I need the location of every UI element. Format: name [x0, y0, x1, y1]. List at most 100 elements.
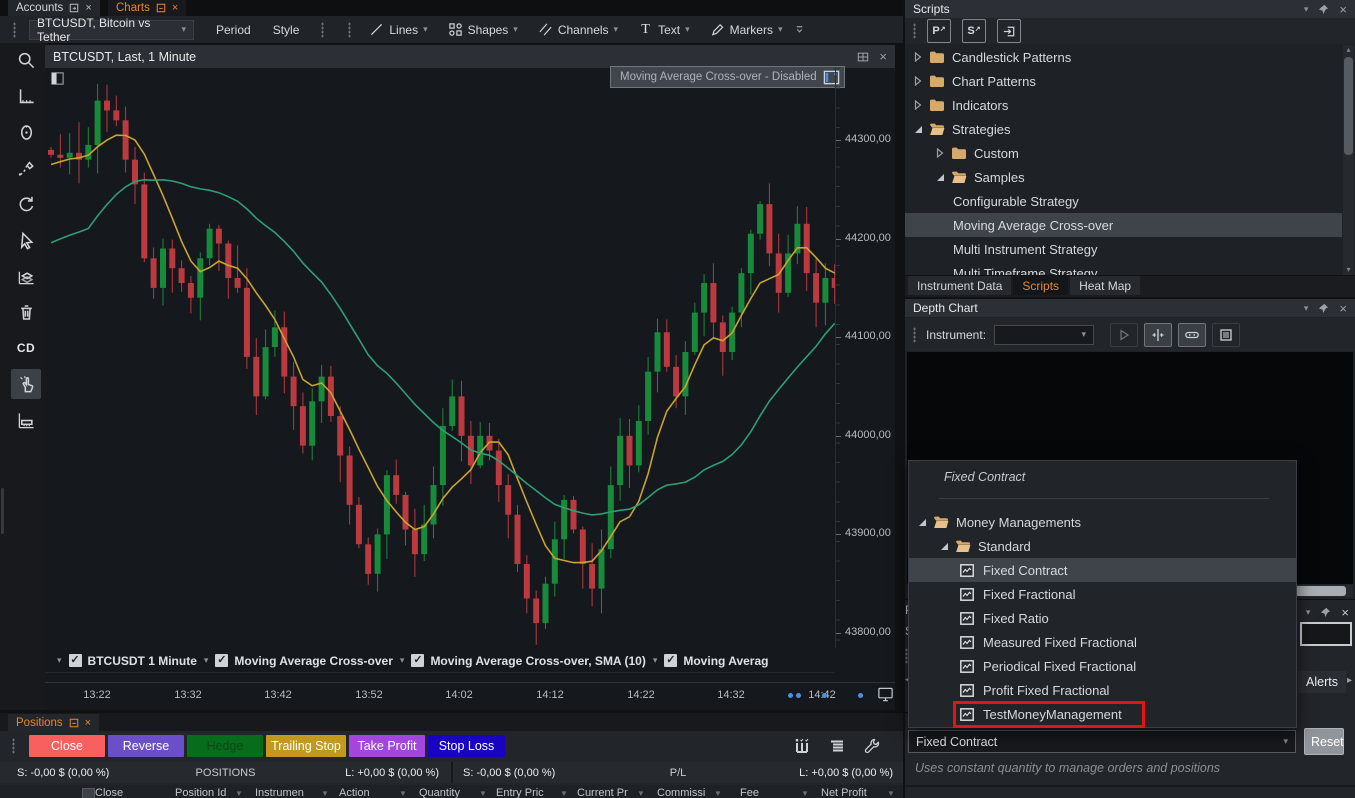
scripts-scrollbar[interactable]: ▴ ▾ [1343, 45, 1354, 275]
select-all-checkbox[interactable] [82, 788, 95, 798]
toolbar-drag-handle[interactable] [913, 23, 916, 39]
chevron-down-icon[interactable]: ▾ [685, 24, 690, 35]
tree-item-testmoneymanagement[interactable]: TestMoneyManagement [909, 702, 1296, 726]
pointer-click-tool-button[interactable] [11, 369, 41, 399]
legend-checkbox[interactable]: ✓ [664, 654, 677, 667]
refresh-tool-button[interactable] [11, 189, 41, 219]
panel-menu-icon[interactable]: ▾ [1304, 4, 1309, 15]
tree-folder-candlestick-patterns[interactable]: Candlestick Patterns [905, 45, 1342, 69]
sidebar-scrollbar[interactable] [1, 488, 4, 534]
layers-tool-button[interactable] [11, 261, 41, 291]
price-axis[interactable]: 44300,00 44200,00 44100,00 44000,00 4390… [835, 68, 896, 648]
trash-tool-button[interactable] [11, 297, 41, 327]
pin-icon[interactable] [1318, 303, 1329, 314]
markers-tool-button[interactable]: Markers▾ [710, 22, 783, 37]
lines-tool-button[interactable]: Lines▾ [369, 22, 427, 37]
instrument-select[interactable]: ▾ [994, 325, 1094, 345]
column-header-action[interactable]: Action [339, 787, 370, 798]
tree-item-moving-average-cross-over[interactable]: Moving Average Cross-over [905, 213, 1342, 237]
tree-item-profit-fixed-fractional[interactable]: Profit Fixed Fractional [909, 678, 1296, 702]
toolbar-section-handle[interactable] [348, 22, 351, 38]
expand-icon[interactable] [913, 100, 923, 110]
chevron-down-icon[interactable]: ▾ [653, 655, 658, 666]
rows-icon[interactable] [828, 737, 846, 755]
filter-icon[interactable]: ▼ [887, 789, 895, 798]
pin-icon[interactable] [1320, 607, 1331, 618]
tree-item-multi-timeframe-strategy[interactable]: Multi Timeframe Strategy [905, 261, 1342, 275]
columns-icon[interactable] [793, 737, 811, 755]
tab-accounts[interactable]: Accounts × [8, 0, 100, 16]
tab-close-icon[interactable]: × [172, 2, 178, 14]
list-view-button[interactable] [1212, 323, 1240, 347]
panel-close-icon[interactable]: × [1339, 301, 1347, 316]
scroll-down-icon[interactable]: ▾ [1343, 265, 1354, 275]
expand-icon[interactable] [935, 148, 945, 158]
filter-icon[interactable]: ▼ [637, 789, 645, 798]
take-profit-button[interactable]: Take Profit [349, 735, 425, 757]
column-header-instrumen[interactable]: Instrumen [255, 787, 304, 798]
close-button[interactable]: Close [29, 735, 105, 757]
chevron-down-icon[interactable]: ▾ [204, 655, 209, 666]
channels-tool-button[interactable]: Channels▾ [538, 22, 618, 37]
collapse-icon[interactable] [917, 518, 927, 527]
measure-tool-button[interactable] [11, 405, 41, 435]
toolbar-overflow-icon[interactable] [794, 24, 805, 35]
tree-item-fixed-contract[interactable]: Fixed Contract [909, 558, 1296, 582]
collapse-icon[interactable] [935, 173, 945, 182]
filter-icon[interactable]: ▼ [399, 789, 407, 798]
tree-folder-money-managements[interactable]: Money Managements [909, 510, 1296, 534]
frame-tool-button[interactable] [11, 81, 41, 111]
import-script-button[interactable] [997, 19, 1021, 43]
tree-item-configurable-strategy[interactable]: Configurable Strategy [905, 189, 1342, 213]
tree-item-measured-fixed-fractional[interactable]: Measured Fixed Fractional [909, 630, 1296, 654]
dom-ladder-button[interactable] [1178, 323, 1206, 347]
panel-menu-icon[interactable]: ▾ [1306, 607, 1311, 618]
filter-icon[interactable]: ▼ [560, 789, 568, 798]
reverse-button[interactable]: Reverse [108, 735, 184, 757]
split-view-button[interactable] [1144, 323, 1172, 347]
tab-save-icon[interactable] [156, 3, 166, 13]
tab-close-icon[interactable]: × [85, 717, 91, 729]
symbol-select[interactable]: BTCUSDT, Bitcoin vs Tether ▾ [29, 20, 194, 40]
pan-tool-button[interactable] [11, 153, 41, 183]
legend-checkbox[interactable]: ✓ [411, 654, 424, 667]
tab-save-icon[interactable] [69, 718, 79, 728]
period-button[interactable]: Period [216, 23, 251, 37]
shapes-tool-button[interactable]: Shapes▾ [448, 22, 518, 37]
filter-icon[interactable]: ▼ [235, 789, 243, 798]
style-button[interactable]: Style [273, 23, 300, 37]
tab-charts[interactable]: Charts × [108, 0, 186, 16]
filter-icon[interactable]: ▼ [801, 789, 809, 798]
legend-checkbox[interactable]: ✓ [215, 654, 228, 667]
depth-chart-header[interactable]: Depth Chart ▾ × [905, 299, 1355, 317]
column-header-net-profit[interactable]: Net Profit [821, 787, 867, 798]
zoom-tool-button[interactable] [11, 45, 41, 75]
column-header-fee[interactable]: Fee [740, 787, 759, 798]
filter-icon[interactable]: ▼ [321, 789, 329, 798]
legend-item[interactable]: ✓ BTCUSDT 1 Minute [69, 654, 197, 668]
money-management-select[interactable]: Fixed Contract ▾ [908, 730, 1296, 753]
toolbar-section-handle[interactable] [321, 22, 324, 38]
chevron-down-icon[interactable]: ▾ [57, 655, 62, 666]
column-header-entry-pric[interactable]: Entry Pric [496, 787, 544, 798]
tree-folder-strategies[interactable]: Strategies [905, 117, 1342, 141]
panel-menu-icon[interactable]: ▾ [1304, 303, 1309, 314]
collapse-icon[interactable] [939, 542, 949, 551]
column-header-close[interactable]: Close [95, 787, 123, 798]
toolbar-drag-handle[interactable] [12, 738, 15, 754]
tree-folder-custom[interactable]: Custom [905, 141, 1342, 165]
tree-folder-chart-patterns[interactable]: Chart Patterns [905, 69, 1342, 93]
tree-item-multi-instrument-strategy[interactable]: Multi Instrument Strategy [905, 237, 1342, 261]
tree-folder-samples[interactable]: Samples [905, 165, 1342, 189]
column-header-position-id[interactable]: Position Id [175, 787, 226, 798]
reset-button[interactable]: Reset [1304, 728, 1344, 755]
tree-item-fixed-fractional[interactable]: Fixed Fractional [909, 582, 1296, 606]
monitor-icon[interactable] [877, 686, 894, 703]
chart-close-icon[interactable]: × [879, 49, 887, 64]
text-tool-button[interactable]: TText▾ [638, 22, 690, 37]
expand-icon[interactable] [913, 76, 923, 86]
legend-checkbox[interactable]: ✓ [69, 654, 82, 667]
tab-save-icon[interactable] [69, 3, 79, 13]
tab-close-icon[interactable]: × [85, 2, 91, 14]
tree-item-periodical-fixed-fractional[interactable]: Periodical Fixed Fractional [909, 654, 1296, 678]
